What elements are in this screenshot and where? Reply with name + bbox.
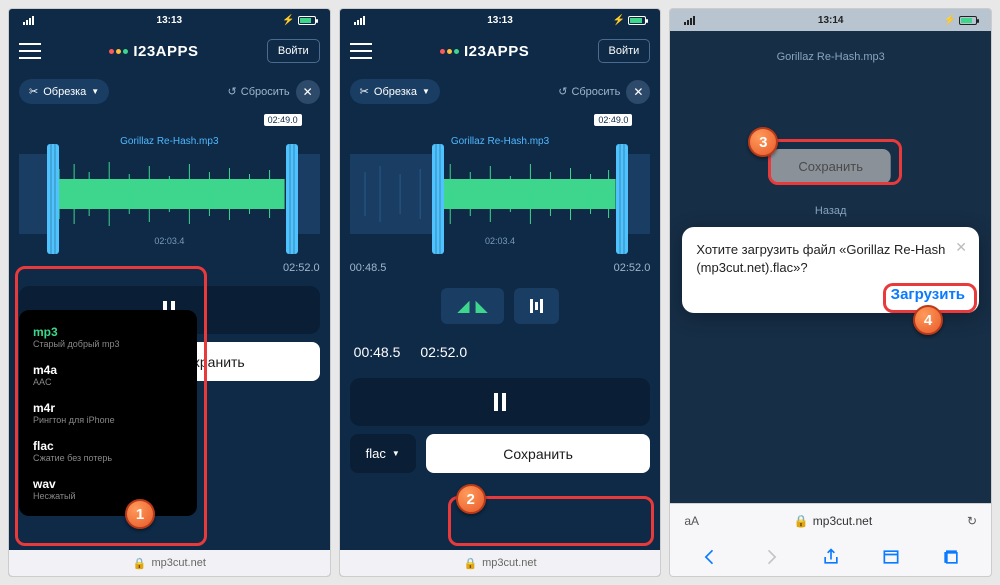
menu-icon[interactable] [350, 43, 372, 59]
format-option-m4a[interactable]: m4aAAC [19, 356, 197, 394]
screenshot-panel-3: 13:14 ⚡ Gorillaz Re-Hash.mp3 Сохранить Н… [669, 8, 992, 577]
waveform-graphic [350, 154, 651, 234]
signal-icon [684, 16, 695, 25]
dialog-close-icon[interactable]: ✕ [955, 239, 967, 256]
battery-icon [298, 16, 316, 25]
screenshot-panel-1: 13:13 ⚡ I23APPS Войти ✂ Обрезка ▼ ↺ Сбро… [8, 8, 331, 577]
charge-icon: ⚡ [613, 15, 625, 26]
sheet-filename: Gorillaz Re-Hash.mp3 [777, 51, 885, 63]
waveform-graphic [19, 154, 320, 234]
editor-toolbar: ✂ Обрезка ▼ ↺ Сбросить ✕ [340, 71, 661, 108]
lock-icon: 🔒 [463, 557, 477, 570]
format-option-mp3[interactable]: mp3Старый добрый mp3 [19, 318, 197, 356]
trim-tool-button[interactable]: ✂ Обрезка ▼ [350, 79, 440, 104]
time-end-value[interactable]: 02:52.0 [420, 344, 467, 360]
annotation-callout-1: 1 [125, 499, 155, 529]
app-logo: I23APPS [440, 43, 529, 60]
lock-icon: 🔒 [133, 557, 147, 570]
save-button[interactable]: Сохранить [426, 434, 651, 473]
charge-icon: ⚡ [944, 15, 956, 26]
audio-filename: Gorillaz Re-Hash.mp3 [451, 136, 549, 147]
charge-icon: ⚡ [282, 15, 294, 26]
ios-status-bar: 13:13 ⚡ [9, 9, 330, 31]
pause-icon [494, 393, 506, 411]
waveform-area[interactable]: 02:49.0 Gorillaz Re-Hash.mp3 02:03.4 02:… [19, 114, 320, 274]
reset-button[interactable]: ↺ Сбросить [228, 85, 290, 98]
fade-out-icon: ◣ [476, 296, 488, 316]
safari-toolbar: aA 🔒mp3cut.net ↻ [670, 503, 991, 576]
signal-icon [354, 16, 365, 25]
effect-controls: ◢◣ [350, 288, 651, 324]
forward-icon[interactable] [761, 547, 781, 567]
total-time-label: 02:52.0 [283, 262, 320, 274]
close-icon[interactable]: ✕ [626, 80, 650, 104]
back-label[interactable]: Назад [815, 205, 847, 217]
annotation-callout-4: 4 [913, 305, 943, 335]
safari-mini-bar: 🔒mp3cut.net [9, 550, 330, 576]
app-logo: I23APPS [109, 43, 198, 60]
battery-icon [959, 16, 977, 25]
status-time: 13:13 [157, 15, 183, 26]
bookmarks-icon[interactable] [881, 547, 901, 567]
waveform-area[interactable]: 02:49.0 Gorillaz Re-Hash.mp3 02:03.4 00:… [350, 114, 651, 274]
time-range-row: 00:48.5 02:52.0 [350, 338, 651, 366]
annotation-callout-2: 2 [456, 484, 486, 514]
format-option-m4r[interactable]: m4rРингтон для iPhone [19, 394, 197, 432]
time-start-value[interactable]: 00:48.5 [354, 344, 401, 360]
reset-button[interactable]: ↺ Сбросить [558, 85, 620, 98]
fade-in-icon: ◢ [457, 296, 469, 316]
editor-toolbar: ✂ Обрезка ▼ ↺ Сбросить ✕ [9, 71, 330, 108]
format-option-flac[interactable]: flacСжатие без потерь [19, 432, 197, 470]
total-time-label: 02:52.0 [614, 262, 651, 274]
save-disabled-button[interactable]: Сохранить [770, 149, 891, 184]
end-time-marker: 02:49.0 [264, 114, 302, 126]
safari-mini-bar: 🔒mp3cut.net [340, 550, 661, 576]
download-dialog: ✕ Хотите загрузить файл «Gorillaz Re-Has… [682, 227, 979, 313]
signin-button[interactable]: Войти [267, 39, 320, 63]
start-time-label: 00:48.5 [350, 262, 387, 274]
audio-filename: Gorillaz Re-Hash.mp3 [120, 136, 218, 147]
format-dropdown-menu[interactable]: mp3Старый добрый mp3 m4aAAC m4rРингтон д… [19, 310, 197, 516]
battery-icon [628, 16, 646, 25]
mid-time-label: 02:03.4 [350, 236, 651, 246]
signal-icon [23, 16, 34, 25]
ios-status-bar: 13:13 ⚡ [340, 9, 661, 31]
end-time-marker: 02:49.0 [594, 114, 632, 126]
equalizer-button[interactable] [514, 288, 559, 324]
share-icon[interactable] [821, 547, 841, 567]
dialog-message: Хотите загрузить файл «Gorillaz Re-Hash … [696, 241, 965, 276]
app-header: I23APPS Войти [9, 31, 330, 71]
app-header: I23APPS Войти [340, 31, 661, 71]
back-icon[interactable] [700, 547, 720, 567]
tabs-icon[interactable] [941, 547, 961, 567]
mid-time-label: 02:03.4 [19, 236, 320, 246]
format-select-button[interactable]: flac ▼ [350, 434, 416, 473]
screenshot-panel-2: 13:13 ⚡ I23APPS Войти ✂ Обрезка ▼ ↺ Сбро… [339, 8, 662, 577]
trim-tool-button[interactable]: ✂ Обрезка ▼ [19, 79, 109, 104]
ios-status-bar: 13:14 ⚡ [670, 9, 991, 31]
equalizer-icon [530, 299, 543, 313]
format-option-wav[interactable]: wavНесжатый [19, 470, 197, 508]
reload-icon[interactable]: ↻ [967, 514, 977, 528]
signin-button[interactable]: Войти [598, 39, 651, 63]
address-bar[interactable]: 🔒mp3cut.net [794, 514, 872, 528]
lock-icon: 🔒 [794, 514, 809, 528]
fade-button[interactable]: ◢◣ [441, 288, 504, 324]
status-time: 13:13 [487, 15, 513, 26]
menu-icon[interactable] [19, 43, 41, 59]
status-time: 13:14 [818, 15, 844, 26]
dialog-download-button[interactable]: Загрузить [696, 286, 965, 303]
close-icon[interactable]: ✕ [296, 80, 320, 104]
text-size-button[interactable]: aA [684, 514, 699, 528]
play-pause-bar[interactable] [350, 378, 651, 426]
